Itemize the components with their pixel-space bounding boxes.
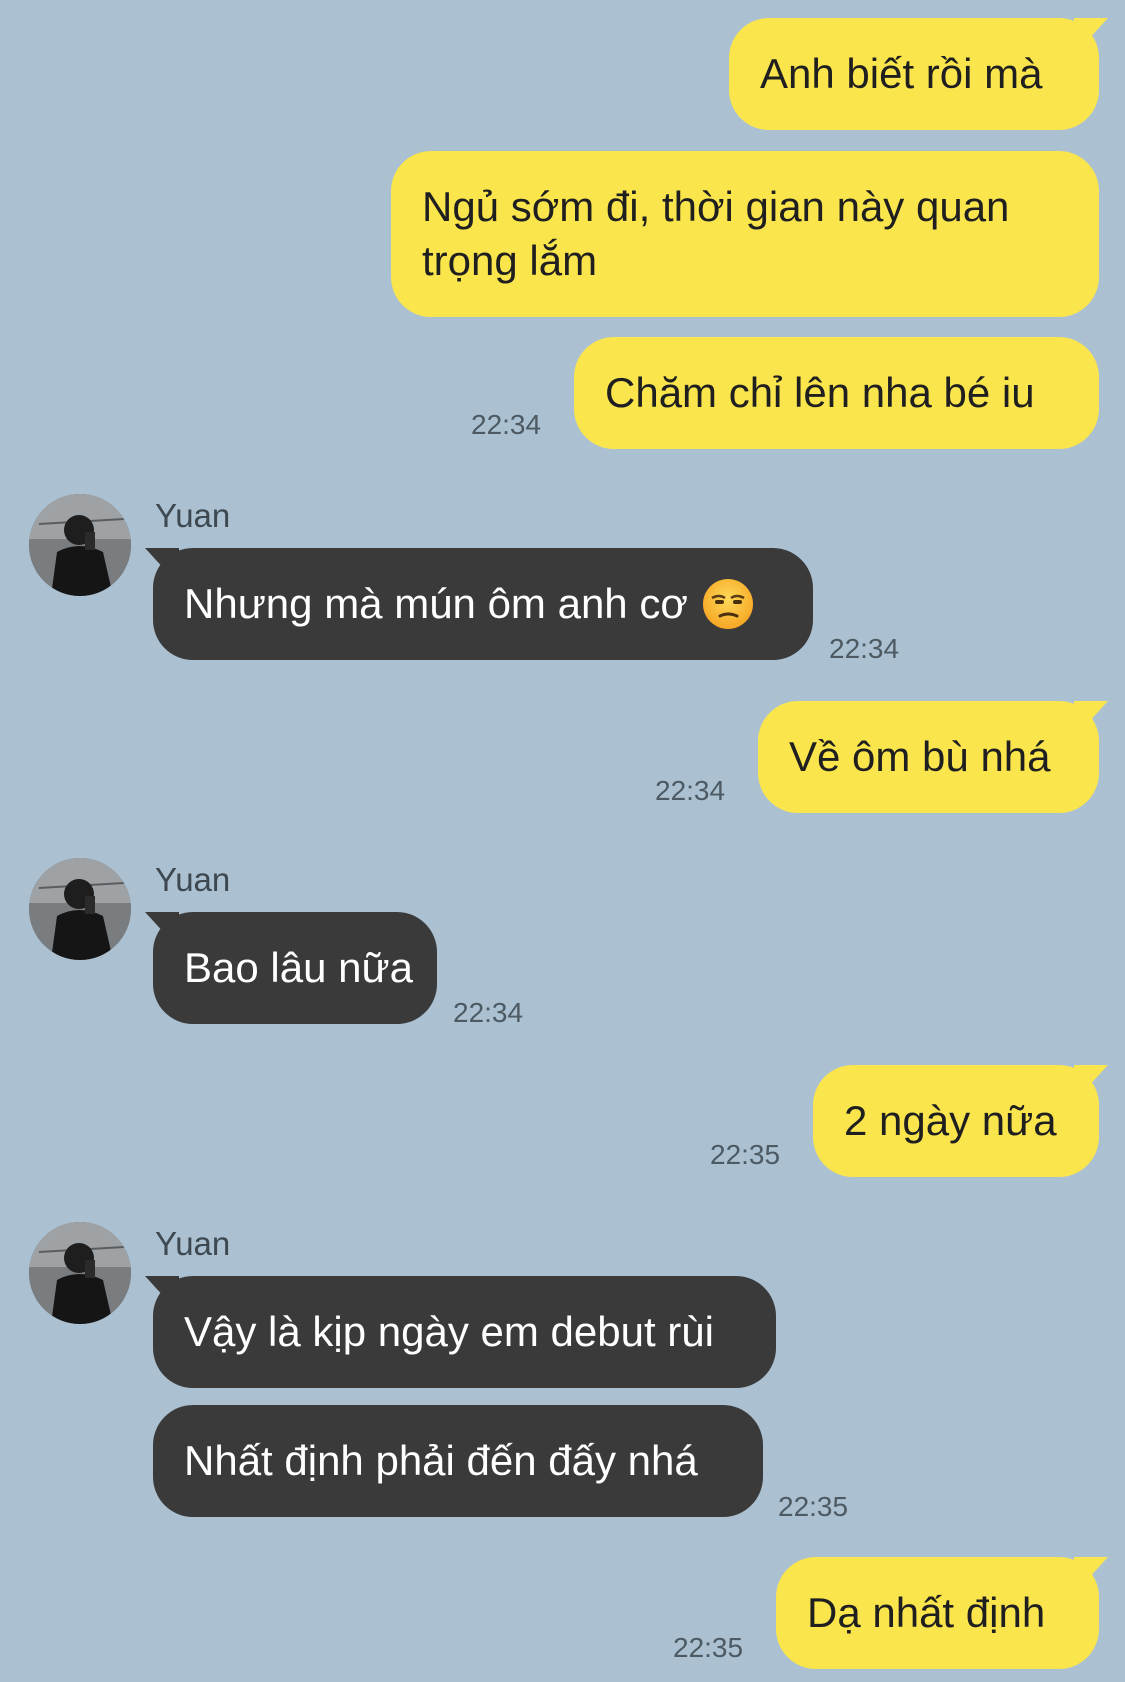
message-text: Anh biết rồi mà bbox=[760, 50, 1043, 97]
message-text: Nhưng mà mún ôm anh cơ bbox=[184, 580, 688, 627]
unamused-face-icon bbox=[702, 579, 753, 629]
message-text: 2 ngày nữa bbox=[844, 1097, 1057, 1144]
message-timestamp: 22:34 bbox=[471, 409, 542, 440]
message-bubble-outgoing[interactable]: Anh biết rồi mà bbox=[729, 18, 1099, 130]
message-text: Nhất định phải đến đấy nhá bbox=[184, 1437, 698, 1484]
avatar-photo-icon bbox=[29, 1222, 131, 1324]
message-bubble-incoming[interactable]: Bao lâu nữa bbox=[153, 912, 437, 1024]
avatar[interactable] bbox=[29, 1222, 131, 1324]
message-bubble-outgoing[interactable]: Dạ nhất định bbox=[776, 1557, 1099, 1669]
message-timestamp: 22:35 bbox=[710, 1139, 781, 1170]
message-bubble-outgoing[interactable]: 2 ngày nữa bbox=[813, 1065, 1099, 1177]
message-text: Vậy là kịp ngày em debut rùi bbox=[184, 1308, 714, 1355]
chat-area[interactable]: Anh biết rồi mà Ngủ sớm đi, thời gian nà… bbox=[0, 0, 1125, 1682]
message-timestamp: 22:35 bbox=[778, 1491, 849, 1522]
message-text: Dạ nhất định bbox=[807, 1589, 1046, 1636]
message-timestamp: 22:34 bbox=[655, 775, 726, 806]
message-bubble-incoming[interactable]: Vậy là kịp ngày em debut rùi bbox=[153, 1276, 776, 1388]
message-bubble-outgoing[interactable]: Ngủ sớm đi, thời gian này quan trọng lắm bbox=[391, 151, 1099, 317]
message-bubble-incoming[interactable]: Nhất định phải đến đấy nhá bbox=[153, 1405, 763, 1517]
sender-name: Yuan bbox=[155, 861, 231, 898]
message-bubble-outgoing[interactable]: Về ôm bù nhá bbox=[758, 701, 1099, 813]
message-text: Bao lâu nữa bbox=[184, 944, 413, 991]
avatar[interactable] bbox=[29, 858, 131, 960]
avatar[interactable] bbox=[29, 494, 131, 596]
message-text: Về ôm bù nhá bbox=[789, 733, 1051, 780]
sender-name: Yuan bbox=[155, 497, 231, 534]
avatar-photo-icon bbox=[29, 494, 131, 596]
message-bubble-outgoing[interactable]: Chăm chỉ lên nha bé iu bbox=[574, 337, 1099, 449]
message-bubble-incoming[interactable]: Nhưng mà mún ôm anh cơ bbox=[153, 548, 813, 660]
avatar-photo-icon bbox=[29, 858, 131, 960]
message-timestamp: 22:35 bbox=[673, 1632, 744, 1663]
message-text: Ngủ sớm đi, thời gian này quan trọng lắm bbox=[422, 183, 1010, 284]
message-text: Chăm chỉ lên nha bé iu bbox=[605, 369, 1035, 416]
message-timestamp: 22:34 bbox=[453, 997, 524, 1028]
message-timestamp: 22:34 bbox=[829, 633, 900, 664]
sender-name: Yuan bbox=[155, 1225, 231, 1262]
